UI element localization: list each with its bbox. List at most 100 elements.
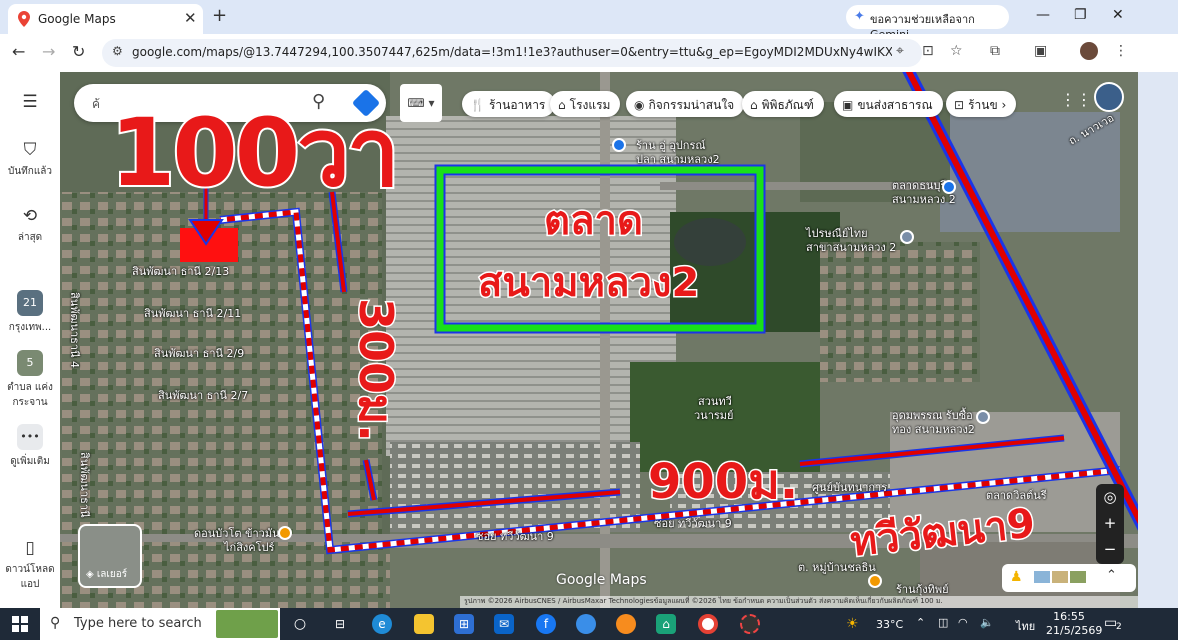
address-bar[interactable]: ⚙ google.com/maps/@13.7447294,100.350744… xyxy=(102,39,922,67)
search-input[interactable]: ค้ xyxy=(92,95,100,114)
temperature: 33°C xyxy=(876,618,904,631)
close-window-icon[interactable]: ✕ xyxy=(1112,7,1124,23)
close-tab-icon[interactable]: ✕ xyxy=(184,9,197,27)
app-icon[interactable] xyxy=(576,614,596,634)
install-icon[interactable]: ⊡ xyxy=(922,43,934,59)
taskbar-search[interactable]: ⚲ Type here to search xyxy=(40,608,280,640)
bag-icon: ⊡ xyxy=(954,98,965,112)
recent-item-bangkok[interactable]: 21 กรุงเทพ... xyxy=(0,290,60,335)
saved-label: บันทึกแล้ว xyxy=(7,166,53,177)
imagery-thumb[interactable] xyxy=(1052,571,1068,583)
bookmark-star-icon[interactable]: ☆ xyxy=(950,43,963,59)
windows-start-icon[interactable] xyxy=(12,616,28,632)
more-button[interactable]: ••• ดูเพิ่มเติม xyxy=(0,424,60,469)
task-view-icon[interactable]: ⊟ xyxy=(330,614,350,634)
site-info-icon[interactable]: ⚙ xyxy=(112,44,123,58)
reload-icon[interactable]: ↻ xyxy=(72,42,85,61)
zoom-in-button[interactable]: + xyxy=(1096,510,1124,536)
download-label: ดาวน์โหลดแอป xyxy=(5,564,55,590)
place-label: สาขาสนามหลวง 2 xyxy=(806,241,897,254)
app-icon[interactable] xyxy=(740,614,760,634)
camera-icon: ◉ xyxy=(634,98,645,112)
clock[interactable]: 16:55 21/5/2569 xyxy=(1046,610,1102,638)
place-pin[interactable] xyxy=(612,138,626,152)
place-pin[interactable] xyxy=(976,410,990,424)
tab-strip: Google Maps ✕ + ✦ ขอความช่วยเหลือจาก Gem… xyxy=(0,0,1178,41)
back-icon[interactable]: ← xyxy=(12,42,25,61)
layers-text: เลเยอร์ xyxy=(96,569,128,580)
profile-avatar[interactable] xyxy=(1080,42,1098,60)
restore-icon[interactable]: ❐ xyxy=(1074,7,1087,23)
side-panel-icon[interactable]: ▣ xyxy=(1034,43,1047,59)
input-tools-button[interactable]: ⌨ ▾ xyxy=(400,84,442,122)
annotation-market-line1: ตลาด xyxy=(543,197,645,246)
forward-icon[interactable]: → xyxy=(42,42,55,61)
place-pin[interactable] xyxy=(278,526,292,540)
windows-taskbar: ⚲ Type here to search ○ ⊟ e ⊞ ✉ f ⌂ ☀ 33… xyxy=(0,608,1178,640)
map-canvas[interactable]: ค้ ⚲ ⌨ ▾ 🍴 ร้านอาหาร ⌂ โรงแรม ◉ กิจกรรมน่าส… xyxy=(60,72,1138,608)
chip-things-to-do[interactable]: ◉ กิจกรรมน่าสนใจ xyxy=(626,91,745,117)
chip-hotels[interactable]: ⌂ โรงแรม xyxy=(550,91,621,117)
gemini-button[interactable]: ✦ ขอความช่วยเหลือจาก Gemini xyxy=(846,5,1009,41)
imagery-thumb[interactable] xyxy=(1034,571,1050,583)
extensions-icon[interactable]: ⧉ xyxy=(990,43,1000,59)
volume-icon[interactable]: 🔈 xyxy=(980,616,994,629)
chip-restaurants[interactable]: 🍴 ร้านอาหาร xyxy=(462,91,556,117)
taskbar-search-input[interactable]: Type here to search xyxy=(74,616,202,631)
layers-icon: ◈ xyxy=(86,569,94,580)
google-maps-icon xyxy=(18,11,30,27)
tab-google-maps[interactable]: Google Maps ✕ xyxy=(8,4,203,34)
cortana-icon[interactable]: ○ xyxy=(290,614,310,634)
road-label: สินพัฒนา ธานี 2/9 xyxy=(154,347,245,360)
account-avatar[interactable] xyxy=(1094,82,1124,112)
place-pin[interactable] xyxy=(942,180,956,194)
store-icon[interactable]: ⊞ xyxy=(454,614,474,634)
file-explorer-icon[interactable] xyxy=(414,614,434,634)
zoom-out-button[interactable]: − xyxy=(1096,536,1124,562)
download-app-button[interactable]: ▯ ดาวน์โหลดแอป xyxy=(0,538,60,592)
facebook-icon[interactable]: f xyxy=(536,614,556,634)
imagery-thumb[interactable] xyxy=(1070,571,1086,583)
chip-museums[interactable]: ⌂ พิพิธภัณฑ์ xyxy=(742,91,824,117)
recent-item-kaeng-krachan[interactable]: 5 ตำบล แค่ง กระจาน xyxy=(0,350,60,410)
mail-icon[interactable]: ✉ xyxy=(494,614,514,634)
menu-dots-icon[interactable]: ⋮ xyxy=(1114,43,1128,59)
my-location-icon[interactable]: ◎ xyxy=(1096,484,1124,510)
chip-transit[interactable]: ▣ ขนส่งสาธารณ xyxy=(834,91,943,117)
location-icon[interactable]: ⌖ xyxy=(896,43,904,59)
place-label[interactable]: ศูนย์บันทนาการ xyxy=(812,478,887,496)
place-pin[interactable] xyxy=(900,230,914,244)
chrome-icon[interactable] xyxy=(698,614,718,634)
search-highlight-image xyxy=(216,610,278,638)
network-icon[interactable]: ◫ xyxy=(938,616,948,629)
weather-icon[interactable]: ☀ xyxy=(846,616,859,632)
place-pin[interactable] xyxy=(868,574,882,588)
keyboard-icon: ⌨ ▾ xyxy=(407,96,435,110)
expand-icon[interactable]: ⌃ xyxy=(1106,568,1117,583)
edge-icon[interactable]: e xyxy=(372,614,392,634)
chip-shopping[interactable]: ⊡ ร้านข › xyxy=(946,91,1017,117)
chevron-right-icon[interactable]: › xyxy=(1001,98,1006,112)
zoom-controls: ◎ + − xyxy=(1096,484,1124,564)
pegman-icon[interactable]: ♟ xyxy=(1010,569,1023,585)
chevron-up-icon[interactable]: ⌃ xyxy=(916,616,925,629)
menu-button[interactable]: ☰ xyxy=(0,92,60,116)
road-label: สินพัฒนา ธานี 2/11 xyxy=(144,307,242,320)
chip-label: ร้านข xyxy=(968,98,998,112)
app-icon[interactable]: ⌂ xyxy=(656,614,676,634)
minimize-icon[interactable]: — xyxy=(1036,7,1050,23)
wifi-icon[interactable]: ◠ xyxy=(958,616,968,629)
chip-label: ร้านอาหาร xyxy=(488,98,546,112)
place-label: วนารมย์ xyxy=(694,409,734,422)
gemini-icon: ✦ xyxy=(854,9,865,24)
place-label: ไก่สิงคโปร์ xyxy=(224,541,275,554)
firefox-icon[interactable] xyxy=(616,614,636,634)
layers-button[interactable]: ◈ เลเยอร์ xyxy=(78,524,142,588)
saved-button[interactable]: ⛉ บันทึกแล้ว xyxy=(0,140,60,179)
recent-button[interactable]: ⟲ ล่าสุด xyxy=(0,206,60,245)
museum-icon: ⌂ xyxy=(750,98,758,112)
chip-label: ขนส่งสาธารณ xyxy=(857,98,933,112)
new-tab-button[interactable]: + xyxy=(212,5,227,26)
input-language[interactable]: ไทย xyxy=(1016,617,1035,635)
layers-label: ◈ เลเยอร์ xyxy=(86,567,127,582)
